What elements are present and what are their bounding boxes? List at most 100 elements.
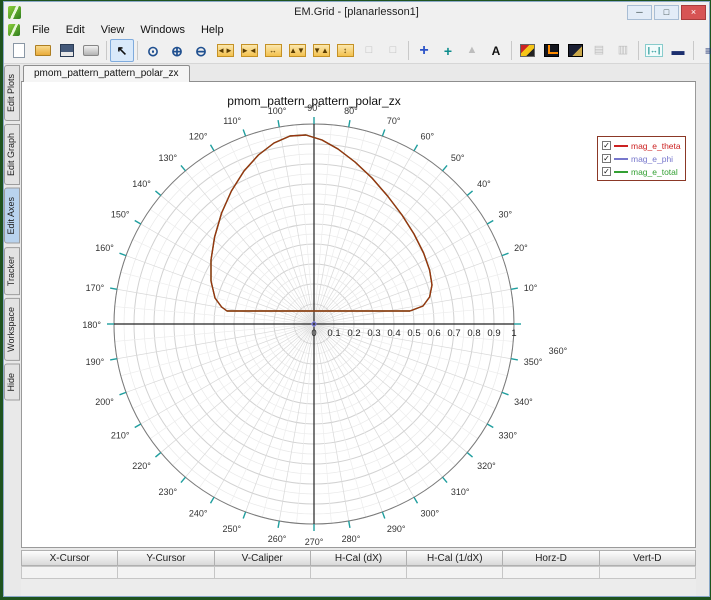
export-image-button[interactable]: [563, 39, 587, 62]
expand-x-button[interactable]: ◄►: [213, 39, 237, 62]
toolbar: ↖ ⊙ ⊕ ⊖◄►►◄↔▲▼ ▼▲↕ □ □ ++ ▲ A ▤▥ |↔|▬ ≡ Layout ▾: [4, 38, 709, 64]
menu-file[interactable]: File: [24, 23, 58, 37]
zoom-in-icon: ⊕: [171, 44, 183, 58]
new-file-icon: [13, 43, 25, 58]
sidebar-tab-edit-graph[interactable]: Edit Graph: [4, 124, 20, 185]
menu-help[interactable]: Help: [193, 23, 232, 37]
shrink-y-button[interactable]: ▼▲: [309, 39, 333, 62]
legend-label-mag-e-total: mag_e_total: [631, 167, 678, 177]
prev-view-icon: □: [366, 45, 373, 56]
autoscale-x-button[interactable]: |↔|: [642, 39, 666, 62]
zoom-window-button[interactable]: ⊙: [141, 39, 165, 62]
expand-y-button[interactable]: ▲▼: [285, 39, 309, 62]
angle-tick: [382, 129, 384, 136]
new-file-button[interactable]: [7, 39, 31, 62]
print-button[interactable]: [79, 39, 103, 62]
add-triangle-icon: ▲: [467, 45, 478, 56]
angle-label: 20°: [514, 243, 528, 253]
open-file-button[interactable]: [31, 39, 55, 62]
shrink-y-icon: ▼▲: [313, 44, 330, 57]
angle-tick: [487, 221, 493, 225]
sidebar-tab-hide[interactable]: Hide: [4, 364, 20, 401]
maximize-button[interactable]: □: [654, 5, 679, 20]
angle-tick: [414, 497, 418, 503]
app-menu-icon: [8, 24, 20, 36]
full-y-button[interactable]: ↕: [333, 39, 357, 62]
status-col-y-cursor[interactable]: Y-Cursor: [117, 550, 214, 566]
sidebar-tab-edit-plots[interactable]: Edit Plots: [4, 65, 20, 121]
sidebar-tab-edit-axes[interactable]: Edit Axes: [4, 188, 20, 244]
toolbar-separator: [511, 41, 512, 60]
document-tab[interactable]: pmom_pattern_pattern_polar_zx: [23, 65, 190, 82]
angle-tick: [414, 145, 418, 151]
angle-label: 330°: [498, 431, 517, 441]
add-triangle-button[interactable]: ▲: [460, 39, 484, 62]
status-col-h-cal-1-dx[interactable]: H-Cal (1/dX): [406, 550, 503, 566]
status-col-horz-d[interactable]: Horz-D: [502, 550, 599, 566]
menu-edit[interactable]: Edit: [58, 23, 93, 37]
status-value-h-cal-dx: [310, 566, 407, 579]
polar-grid-spoke: [314, 131, 366, 324]
menu-view[interactable]: View: [93, 23, 133, 37]
status-col-vert-d[interactable]: Vert-D: [599, 550, 696, 566]
legend-checkbox-mag-e-theta[interactable]: ✓: [602, 141, 611, 150]
shift-down-button[interactable]: ▥: [611, 39, 635, 62]
minimize-button[interactable]: ─: [627, 5, 652, 20]
add-marker-button[interactable]: +: [412, 39, 436, 62]
layout-button[interactable]: ≡ Layout ▾: [697, 40, 711, 62]
export-image-icon: [568, 44, 583, 57]
angle-tick: [502, 253, 509, 255]
shrink-x-button[interactable]: ►◄: [237, 39, 261, 62]
status-value-y-cursor: [117, 566, 214, 579]
shift-up-button[interactable]: ▤: [587, 39, 611, 62]
legend-line-sample-mag-e-total: [614, 171, 628, 173]
pointer-tool-icon: ↖: [117, 44, 128, 57]
angle-label: 90°: [307, 103, 321, 113]
line-width-button[interactable]: ▬: [666, 39, 690, 62]
status-col-v-caliper[interactable]: V-Caliper: [214, 550, 311, 566]
legend-checkbox-mag-e-phi[interactable]: ✓: [602, 154, 611, 163]
angle-tick: [243, 129, 245, 136]
legend-checkbox-mag-e-total[interactable]: ✓: [602, 167, 611, 176]
angle-tick: [110, 288, 117, 289]
open-file-icon: [35, 45, 51, 56]
angle-label: 240°: [189, 508, 208, 518]
zoom-out-button[interactable]: ⊖: [189, 39, 213, 62]
add-axis-marker-button[interactable]: +: [436, 39, 460, 62]
next-view-button[interactable]: □: [381, 39, 405, 62]
polar-grid-spoke: [314, 272, 507, 324]
angle-label: 60°: [421, 132, 435, 142]
sidebar-tab-tracker[interactable]: Tracker: [4, 247, 20, 295]
full-x-button[interactable]: ↔: [261, 39, 285, 62]
content-area: Edit Plots Edit Graph Edit Axes Tracker Work…: [4, 64, 709, 596]
pointer-tool-button[interactable]: ↖: [110, 39, 134, 62]
prev-view-button[interactable]: □: [357, 39, 381, 62]
angle-label: 220°: [132, 461, 151, 471]
menu-windows[interactable]: Windows: [132, 23, 193, 37]
angle-label: 300°: [421, 508, 440, 518]
status-col-h-cal-dx[interactable]: H-Cal (dX): [310, 550, 407, 566]
save-file-button[interactable]: [55, 39, 79, 62]
close-button[interactable]: ×: [681, 5, 706, 20]
zoom-in-button[interactable]: ⊕: [165, 39, 189, 62]
toolbar-separator: [408, 41, 409, 60]
color-settings-button[interactable]: [515, 39, 539, 62]
angle-tick: [443, 477, 447, 482]
add-text-button[interactable]: A: [484, 39, 508, 62]
status-col-x-cursor[interactable]: X-Cursor: [21, 550, 118, 566]
legend-row-mag-e-theta: ✓mag_e_theta: [602, 139, 681, 152]
polar-chart[interactable]: 10°20°30°40°50°60°70°80°90°100°110°120°1…: [22, 82, 696, 547]
legend-line-sample-mag-e-theta: [614, 145, 628, 147]
angle-tick: [155, 191, 160, 195]
angle-label: 360°: [549, 346, 568, 356]
main-column: pmom_pattern_pattern_polar_zx pmom_patte…: [21, 64, 709, 596]
angle-label: 160°: [95, 243, 114, 253]
radial-tick-label: 0.3: [367, 328, 380, 339]
angle-tick: [349, 521, 350, 528]
sidebar-tab-workspace[interactable]: Workspace: [4, 298, 20, 361]
radial-tick-label: 0.4: [387, 328, 400, 339]
radial-tick-label: 0.5: [407, 328, 420, 339]
angle-label: 350°: [524, 357, 543, 367]
graph-properties-button[interactable]: [539, 39, 563, 62]
status-value-horz-d: [502, 566, 599, 579]
